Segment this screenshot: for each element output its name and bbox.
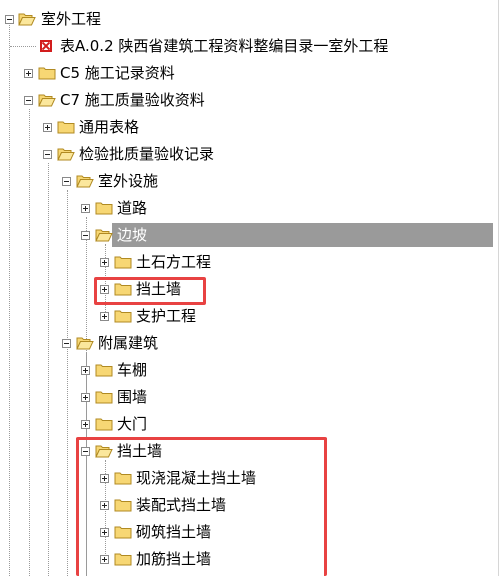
tree-node-label: 围墙 [117,388,148,406]
collapse-toggle[interactable] [24,96,33,105]
open-folder-icon [76,175,94,188]
folder-icon [95,364,113,377]
collapse-toggle[interactable] [62,177,71,186]
expand-toggle[interactable] [81,420,90,429]
expand-toggle[interactable] [43,123,52,132]
expand-toggle[interactable] [81,204,90,213]
tree-node-earthwork[interactable]: 土石方工程 [0,249,499,276]
folder-icon [57,121,75,134]
annotation-highlight-box [76,437,327,576]
tree-node-label: 边坡 [117,226,148,244]
tree-node-support-works[interactable]: 支护工程 [0,303,499,330]
open-folder-icon [95,229,113,242]
tree-node-label: 表A.0.2 陕西省建筑工程资料整编目录一室外工程 [60,37,389,55]
selection-highlight [112,223,493,247]
folder-icon [95,391,113,404]
folder-icon [38,67,56,80]
tree-node-label: 附属建筑 [98,334,159,352]
expand-toggle[interactable] [100,258,109,267]
tree-node-label: 支护工程 [136,307,197,325]
tree-node-retaining-wall[interactable]: 挡土墙 [0,276,499,303]
tree-guide-line [10,46,36,47]
tree-node-slope[interactable]: 边坡 [0,222,496,249]
expand-toggle[interactable] [81,393,90,402]
tree-node-c7[interactable]: C7 施工质量验收资料 [0,87,499,114]
expand-toggle[interactable] [24,69,33,78]
open-folder-icon [76,337,94,350]
tree-node-label: C7 施工质量验收资料 [60,91,205,109]
tree-node-label: 道路 [117,199,148,217]
open-folder-icon [57,148,75,161]
tree-node-label: 检验批质量验收记录 [79,145,215,163]
tree-node-label: C5 施工记录资料 [60,64,175,82]
tree-node-enclosure-wall[interactable]: 围墙 [0,384,499,411]
tree-node-catalog-document[interactable]: 表A.0.2 陕西省建筑工程资料整编目录一室外工程 [0,33,499,60]
folder-icon [114,256,132,269]
tree-node-general-forms[interactable]: 通用表格 [0,114,499,141]
tree-node-label: 室外设施 [98,172,159,190]
collapse-toggle[interactable] [81,231,90,240]
collapse-toggle[interactable] [43,150,52,159]
open-folder-icon [18,13,36,26]
tree-node-gate[interactable]: 大门 [0,411,499,438]
tree-node-outdoor-facilities[interactable]: 室外设施 [0,168,499,195]
tree-node-road[interactable]: 道路 [0,195,499,222]
annotation-highlight-box [94,277,206,305]
tree-node-c5[interactable]: C5 施工记录资料 [0,60,499,87]
tree-node-carport[interactable]: 车棚 [0,357,499,384]
expand-toggle[interactable] [81,366,90,375]
tree-node-label: 室外工程 [41,10,102,28]
tree-node-label: 车棚 [117,361,148,379]
folder-icon [114,310,132,323]
collapse-toggle[interactable] [62,339,71,348]
tree-node-outdoor-works[interactable]: 室外工程 [0,6,499,33]
document-icon [40,40,52,52]
tree-view[interactable]: 室外工程 表A.0.2 陕西省建筑工程资料整编目录一室外工程 C5 施工记录资料… [0,0,499,576]
folder-icon [95,202,113,215]
tree-node-label: 大门 [117,415,148,433]
tree-node-label: 土石方工程 [136,253,212,271]
open-folder-icon [38,94,56,107]
collapse-toggle[interactable] [5,15,14,24]
tree-node-ancillary-buildings[interactable]: 附属建筑 [0,330,499,357]
tree-node-inspection-lot-records[interactable]: 检验批质量验收记录 [0,141,499,168]
tree-node-label: 通用表格 [79,118,140,136]
expand-toggle[interactable] [100,312,109,321]
folder-icon [95,418,113,431]
